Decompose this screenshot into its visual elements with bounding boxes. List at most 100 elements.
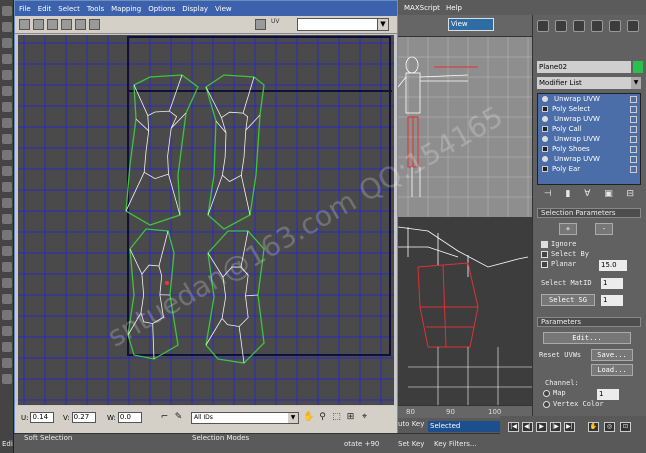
select-matid-label[interactable]: Select MatID — [541, 279, 592, 287]
tool-icon[interactable] — [2, 214, 12, 224]
planar-angle-field[interactable]: 15.0 — [599, 260, 627, 271]
object-name-field[interactable]: Plane02 — [537, 61, 631, 73]
modifier-stack-item[interactable]: Unwrap UVW — [538, 94, 640, 104]
modify-tab-icon[interactable] — [555, 20, 567, 32]
modifier-toggle-checkbox[interactable] — [630, 165, 637, 173]
menu-maxscript[interactable]: MAXScript — [404, 4, 440, 12]
tool-icon[interactable] — [2, 182, 12, 192]
tool-icon[interactable] — [2, 102, 12, 112]
grow-selection-button[interactable]: + — [559, 223, 577, 235]
menu-edit[interactable]: Edit — [38, 5, 52, 13]
modifier-stack-item[interactable]: Unwrap UVW — [538, 134, 640, 144]
select-sg-button[interactable]: Select SG — [541, 294, 595, 306]
zoom-icon[interactable]: ⚲ — [317, 412, 328, 423]
menu-mapping[interactable]: Mapping — [111, 5, 141, 13]
tool-icon[interactable] — [2, 166, 12, 176]
modifier-toggle-checkbox[interactable] — [630, 135, 637, 143]
modifier-toggle-checkbox[interactable] — [630, 95, 637, 103]
menu-tools[interactable]: Tools — [87, 5, 104, 13]
tool-icon[interactable] — [2, 262, 12, 272]
break-icon[interactable] — [89, 19, 100, 30]
matid-field[interactable]: 1 — [601, 278, 623, 289]
create-tab-icon[interactable] — [537, 20, 549, 32]
play-icon[interactable]: ▶ — [536, 422, 547, 432]
remove-modifier-icon[interactable]: ▣ — [604, 189, 613, 199]
orbit-icon[interactable]: ◎ — [604, 422, 615, 432]
configure-sets-icon[interactable]: ⊟ — [627, 189, 635, 199]
modifier-stack-item[interactable]: Poly Ear — [538, 164, 640, 174]
edit-button[interactable]: Edit... — [543, 332, 631, 344]
tool-icon[interactable] — [2, 310, 12, 320]
texture-toggle-icon[interactable] — [255, 19, 266, 30]
viewport-type-dropdown[interactable]: View — [448, 18, 494, 31]
w-field[interactable]: 0.0 — [117, 412, 142, 423]
make-unique-icon[interactable]: ∀ — [584, 189, 590, 199]
lightbulb-icon[interactable] — [542, 136, 548, 142]
modifier-stack[interactable]: Unwrap UVW Poly Select Unwrap UVW Poly Call… — [537, 93, 641, 185]
paint-icon[interactable]: ✎ — [173, 412, 184, 423]
sub-object-icon[interactable] — [542, 166, 548, 172]
sub-object-icon[interactable] — [542, 106, 548, 112]
lock-icon[interactable]: ⌐ — [159, 412, 170, 423]
object-color-swatch[interactable] — [633, 61, 643, 73]
soft-selection-label[interactable]: Soft Selection — [24, 434, 72, 442]
key-filters-button[interactable]: Key Filters... — [434, 440, 477, 448]
show-end-result-icon[interactable]: ▮ — [566, 189, 571, 199]
menu-help[interactable]: Help — [446, 4, 462, 12]
sub-object-icon[interactable] — [542, 146, 548, 152]
ignore-checkbox[interactable] — [541, 241, 548, 248]
rotate-icon[interactable] — [33, 19, 44, 30]
chevron-down-icon[interactable]: ▼ — [631, 77, 641, 89]
tool-icon[interactable] — [2, 294, 12, 304]
chevron-down-icon[interactable]: ▼ — [288, 413, 298, 423]
planar-checkbox[interactable] — [541, 261, 548, 268]
parameters-rollout[interactable]: Parameters — [537, 317, 641, 327]
zoom-region-icon[interactable]: ⬚ — [331, 412, 342, 423]
next-frame-icon[interactable]: |▶ — [550, 422, 561, 432]
tool-icon[interactable] — [2, 86, 12, 96]
load-button[interactable]: Load... — [591, 364, 633, 376]
texture-map-dropdown[interactable]: ▼ — [297, 18, 389, 31]
snap-icon[interactable]: ⌖ — [359, 412, 370, 423]
sub-object-icon[interactable] — [542, 126, 548, 132]
modifier-toggle-checkbox[interactable] — [630, 125, 637, 133]
tool-icon[interactable] — [2, 6, 12, 16]
zoom-extents-icon[interactable]: ⊞ — [345, 412, 356, 423]
tool-icon[interactable] — [2, 70, 12, 80]
tool-icon[interactable] — [2, 230, 12, 240]
tool-icon[interactable] — [2, 278, 12, 288]
map-radio[interactable] — [543, 390, 550, 397]
modifier-toggle-checkbox[interactable] — [630, 145, 637, 153]
utilities-tab-icon[interactable] — [627, 20, 639, 32]
sg-field[interactable]: 1 — [601, 295, 623, 306]
modifier-stack-item[interactable]: Poly Select — [538, 104, 640, 114]
goto-start-icon[interactable]: |◀ — [508, 422, 519, 432]
tool-icon[interactable] — [2, 54, 12, 64]
v-field[interactable]: 0.27 — [71, 412, 96, 423]
modifier-stack-item[interactable]: Poly Shoes — [538, 144, 640, 154]
move-icon[interactable] — [19, 19, 30, 30]
shrink-selection-button[interactable]: - — [595, 223, 613, 235]
hierarchy-tab-icon[interactable] — [573, 20, 585, 32]
scale-icon[interactable] — [47, 19, 58, 30]
modifier-toggle-checkbox[interactable] — [630, 115, 637, 123]
rotate-label[interactable]: otate +90 — [344, 440, 379, 448]
id-filter-dropdown[interactable]: All IDs ▼ — [191, 412, 299, 424]
display-tab-icon[interactable] — [609, 20, 621, 32]
reset-uvws-label[interactable]: Reset UVWs — [539, 351, 581, 359]
goto-end-icon[interactable]: ▶| — [564, 422, 575, 432]
menu-display[interactable]: Display — [182, 5, 208, 13]
pin-stack-icon[interactable]: ⊣ — [544, 189, 552, 199]
menu-select[interactable]: Select — [58, 5, 80, 13]
lightbulb-icon[interactable] — [542, 96, 548, 102]
select-by-checkbox[interactable] — [541, 251, 548, 258]
maximize-viewport-icon[interactable]: ⊡ — [620, 422, 631, 432]
tool-icon[interactable] — [2, 134, 12, 144]
tool-icon[interactable] — [2, 246, 12, 256]
modifier-toggle-checkbox[interactable] — [630, 155, 637, 163]
freeform-icon[interactable] — [61, 19, 72, 30]
tool-icon[interactable] — [2, 342, 12, 352]
front-viewport[interactable] — [398, 217, 532, 405]
map-channel-field[interactable]: 1 — [597, 389, 619, 400]
vertex-color-radio[interactable] — [543, 401, 550, 408]
